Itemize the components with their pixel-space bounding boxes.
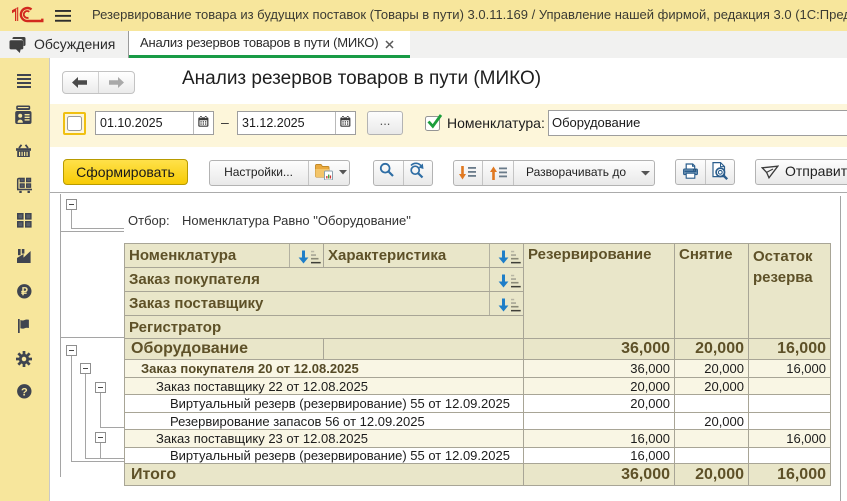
svg-text:?: ? [21, 386, 28, 398]
svg-text:₽: ₽ [21, 286, 28, 298]
